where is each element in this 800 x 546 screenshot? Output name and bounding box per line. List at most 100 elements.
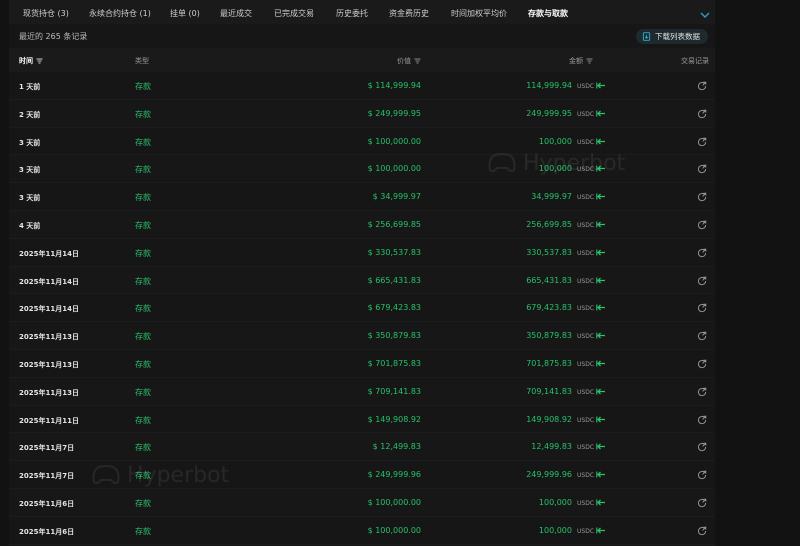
tab-perp-positions[interactable]: 永续合约持仓 (1): [89, 8, 151, 19]
tab-completed-trades[interactable]: 已完成交易: [274, 8, 314, 19]
download-list-label: 下载列表数据: [655, 32, 700, 41]
row-time: 2025年11月13日: [19, 388, 79, 397]
tab-twap[interactable]: 时间加权平均价: [451, 8, 507, 19]
tab-open-orders[interactable]: 挂单 (0): [170, 8, 200, 19]
table-header: 时间 类型 价值 金额 交易记录: [9, 48, 715, 72]
row-unit: USDC: [577, 527, 595, 535]
header-amount[interactable]: 金额: [569, 56, 593, 66]
arrow-left-icon: [596, 360, 605, 367]
row-type: 存款: [135, 109, 151, 119]
table-row: 2025年11月7日 存款 $ 12,499.83 12,499.83 USDC: [9, 433, 715, 462]
table-row: 2025年11月6日 存款 $ 100,000.00 100,000 USDC: [9, 488, 715, 517]
external-link-icon[interactable]: [697, 470, 707, 480]
row-amount: 350,879.83: [526, 331, 572, 341]
table-body: 1 天前 存款 $ 114,999.94 114,999.94 USDC 2 天前 存款 $ …: [9, 72, 715, 545]
external-link-icon[interactable]: [697, 220, 707, 230]
external-link-icon[interactable]: [697, 415, 707, 425]
row-unit: USDC: [577, 194, 595, 202]
tab-funding-history[interactable]: 资金费历史: [389, 8, 429, 19]
row-price: $ 100,000.00: [367, 164, 421, 174]
chevron-down-icon[interactable]: [699, 6, 711, 18]
table-row: 1 天前 存款 $ 114,999.94 114,999.94 USDC: [9, 72, 715, 100]
external-link-icon[interactable]: [697, 276, 707, 286]
arrow-left-icon: [596, 332, 605, 339]
row-price: $ 679,423.83: [367, 303, 421, 313]
tab-deposits-withdrawals[interactable]: 存款与取款: [528, 8, 568, 19]
row-unit: USDC: [577, 83, 595, 90]
row-type: 存款: [135, 304, 151, 314]
header-time-label: 时间: [19, 57, 33, 65]
row-price: $ 149,908.92: [367, 414, 421, 424]
row-amount: 100,000: [538, 136, 572, 146]
tab-order-history[interactable]: 历史委托: [336, 8, 368, 19]
table-row: 2025年11月11日 存款 $ 149,908.92 149,908.92 USDC: [9, 405, 715, 434]
table-row: 2025年11月13日 存款 $ 350,879.83 350,879.83 USDC: [9, 322, 715, 350]
row-price: $ 330,537.83: [367, 247, 421, 257]
filter-icon: [414, 58, 421, 64]
download-list-button[interactable]: 下载列表数据: [636, 29, 708, 44]
external-link-icon[interactable]: [697, 331, 707, 341]
row-price: $ 100,000.00: [367, 136, 421, 146]
external-link-icon[interactable]: [697, 81, 707, 91]
table-toolbar: 最近的 265 条记录 下载列表数据: [9, 24, 715, 48]
row-price: $ 701,875.83: [367, 358, 421, 368]
row-price: $ 249,999.95: [367, 108, 421, 118]
row-unit: USDC: [577, 305, 595, 313]
row-time: 1 天前: [19, 83, 41, 91]
row-amount: 114,999.94: [526, 81, 572, 90]
row-type: 存款: [135, 165, 151, 175]
row-type: 存款: [135, 498, 151, 508]
row-time: 2025年11月7日: [19, 444, 75, 453]
table-row: 2025年11月14日 存款 $ 679,423.83 679,423.83 USDC: [9, 294, 715, 323]
tab-recent-trades[interactable]: 最近成交: [220, 8, 252, 19]
external-link-icon[interactable]: [697, 303, 707, 313]
row-time: 2025年11月14日: [19, 305, 79, 314]
external-link-icon[interactable]: [697, 192, 707, 202]
arrow-left-icon: [596, 193, 605, 200]
row-price: $ 114,999.94: [367, 81, 421, 90]
row-type: 存款: [135, 332, 151, 342]
row-type: 存款: [135, 471, 151, 481]
row-price: $ 249,999.96: [367, 470, 421, 480]
row-type: 存款: [135, 82, 151, 91]
row-time: 2025年11月14日: [19, 249, 79, 258]
row-unit: USDC: [577, 166, 595, 174]
arrow-left-icon: [596, 443, 605, 450]
external-link-icon[interactable]: [697, 164, 707, 174]
row-time: 3 天前: [19, 166, 41, 175]
row-price: $ 256,699.85: [367, 219, 421, 229]
arrow-left-icon: [596, 82, 605, 89]
arrow-left-icon: [596, 471, 605, 478]
row-price: $ 350,879.83: [367, 331, 421, 341]
row-type: 存款: [135, 220, 151, 230]
row-price: $ 34,999.97: [372, 192, 421, 202]
row-unit: USDC: [577, 416, 595, 424]
row-time: 2025年11月7日: [19, 472, 75, 481]
tab-spot-holdings[interactable]: 现货持仓 (3): [23, 8, 69, 19]
external-link-icon[interactable]: [697, 387, 707, 397]
header-time[interactable]: 时间: [19, 56, 43, 66]
row-time: 4 天前: [19, 221, 41, 230]
table-row: 3 天前 存款 $ 34,999.97 34,999.97 USDC: [9, 183, 715, 211]
record-count: 最近的 265 条记录: [19, 32, 88, 41]
header-type: 类型: [135, 56, 149, 66]
external-link-icon[interactable]: [697, 248, 707, 258]
header-price[interactable]: 价值: [397, 56, 421, 66]
table-row: 3 天前 存款 $ 100,000.00 100,000 USDC: [9, 155, 715, 184]
external-link-icon[interactable]: [697, 526, 707, 536]
external-link-icon[interactable]: [697, 442, 707, 452]
row-unit: USDC: [577, 249, 595, 257]
table-row: 2 天前 存款 $ 249,999.95 249,999.95 USDC: [9, 99, 715, 128]
external-link-icon[interactable]: [697, 359, 707, 369]
table-row: 2025年11月14日 存款 $ 330,537.83 330,537.83 USDC: [9, 238, 715, 267]
arrow-left-icon: [596, 138, 605, 145]
row-unit: USDC: [577, 444, 595, 452]
external-link-icon[interactable]: [697, 137, 707, 147]
table-row: 2025年11月13日 存款 $ 701,875.83 701,875.83 USDC: [9, 349, 715, 378]
row-type: 存款: [135, 359, 151, 369]
external-link-icon[interactable]: [697, 498, 707, 508]
row-price: $ 709,141.83: [367, 386, 421, 396]
external-link-icon[interactable]: [697, 109, 707, 119]
row-price: $ 12,499.83: [372, 442, 421, 452]
header-price-label: 价值: [397, 57, 411, 65]
